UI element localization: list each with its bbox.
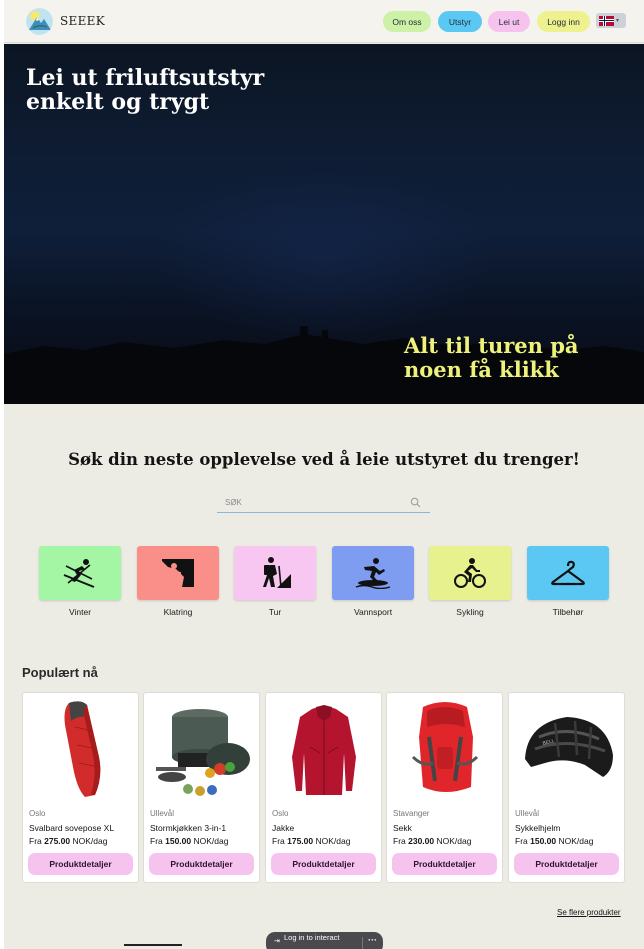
- search-heading: Søk din neste opplevelse ved å leie utst…: [68, 450, 580, 469]
- product-name: Jakke: [272, 823, 295, 833]
- backpack-image: [411, 702, 479, 792]
- category-tur[interactable]: Tur: [234, 546, 316, 617]
- category-vannsport[interactable]: Vannsport: [332, 546, 414, 617]
- hero-tagline-line-1: Alt til turen på: [404, 333, 579, 358]
- category-tile[interactable]: [234, 546, 316, 600]
- hero-banner: Lei ut friluftsutstyr enkelt og trygt Al…: [4, 44, 644, 404]
- header: SEEEK Om oss Utstyr Lei ut Logg inn ▾: [4, 0, 644, 43]
- jacket-image: [292, 705, 356, 795]
- sleeping-bag-image: [64, 701, 101, 797]
- product-price: Fra 150.00 NOK/dag: [150, 836, 229, 846]
- product-details-button[interactable]: Produktdetaljer: [149, 853, 254, 875]
- page: SEEEK Om oss Utstyr Lei ut Logg inn ▾ Le…: [4, 0, 644, 949]
- product-price: Fra 230.00 NOK/dag: [393, 836, 472, 846]
- category-tile[interactable]: [137, 546, 219, 600]
- category-tile[interactable]: [429, 546, 511, 600]
- category-label: Klatring: [163, 607, 193, 617]
- nav-om-oss-label: Om oss: [392, 16, 422, 27]
- product-price: Fra 175.00 NOK/dag: [272, 836, 351, 846]
- product-price: Fra 275.00 NOK/dag: [29, 836, 108, 846]
- product-name: Stormkjøkken 3-in-1: [150, 823, 227, 833]
- product-card[interactable]: Oslo Svalbard sovepose XL Fra 275.00 NOK…: [22, 692, 139, 883]
- nav-utstyr-button[interactable]: Utstyr: [438, 11, 482, 32]
- bottom-divider: [124, 944, 182, 946]
- brand-name[interactable]: SEEEK: [60, 14, 105, 28]
- search-icon[interactable]: [410, 497, 421, 508]
- nav-lei-ut-label: Lei ut: [498, 16, 520, 27]
- climber-icon: [162, 559, 194, 587]
- login-to-interact-text: Log in to interact: [284, 933, 340, 942]
- product-details-button[interactable]: Produktdetaljer: [514, 853, 619, 875]
- surfer-icon: [355, 558, 391, 589]
- category-tile[interactable]: [39, 546, 121, 600]
- more-options-icon[interactable]: ···: [368, 935, 377, 945]
- category-label: Tur: [268, 607, 282, 617]
- product-location: Oslo: [29, 809, 46, 818]
- product-card[interactable]: BELL Ullevål Sykkelhjelm Fra 150.00 NOK/…: [508, 692, 625, 883]
- product-card[interactable]: Oslo Jakke Fra 175.00 NOK/dag Produktdet…: [265, 692, 382, 883]
- chevron-down-icon: ▾: [616, 18, 620, 24]
- product-name: Sykkelhjelm: [515, 823, 561, 833]
- cyclist-icon: [454, 558, 486, 588]
- hiker-icon: [263, 557, 291, 588]
- hero-tagline-line-2: noen få klikk: [404, 357, 559, 382]
- nav-om-oss-button[interactable]: Om oss: [383, 11, 431, 32]
- hanger-icon: [551, 560, 585, 586]
- product-details-button[interactable]: Produktdetaljer: [28, 853, 133, 875]
- category-label: Tilbehør: [552, 607, 584, 617]
- product-location: Stavanger: [393, 809, 430, 818]
- product-location: Ullevål: [150, 809, 175, 818]
- product-details-button[interactable]: Produktdetaljer: [392, 853, 497, 875]
- product-name: Svalbard sovepose XL: [29, 823, 115, 833]
- see-more-products-link[interactable]: Se flere produkter: [557, 908, 621, 917]
- login-to-interact-bar[interactable]: ⇥ Log in to interact ···: [266, 932, 383, 949]
- product-details-button[interactable]: Produktdetaljer: [271, 853, 376, 875]
- product-card[interactable]: Ullevål Stormkjøkken 3-in-1 Fra 150.00 N…: [143, 692, 260, 883]
- popular-title: Populært nå: [22, 665, 98, 680]
- product-location: Oslo: [272, 809, 289, 818]
- camping-stove-image: [156, 709, 250, 796]
- search-box: [217, 492, 430, 513]
- hero-title-line-1: Lei ut friluftsutstyr: [26, 65, 265, 91]
- hero-title: Lei ut friluftsutstyr enkelt og trygt: [26, 66, 326, 114]
- norway-flag-icon: [599, 15, 614, 26]
- hero-title-line-2: enkelt og trygt: [26, 89, 210, 115]
- category-tilbehor[interactable]: Tilbehør: [527, 546, 609, 617]
- category-label: Sykling: [456, 607, 484, 617]
- category-klatring[interactable]: Klatring: [137, 546, 219, 617]
- category-label: Vinter: [68, 607, 92, 617]
- category-sykling[interactable]: Sykling: [429, 546, 511, 617]
- login-arrow-icon: ⇥: [274, 938, 280, 945]
- category-label: Vannsport: [353, 607, 393, 617]
- helmet-image: BELL: [525, 717, 613, 777]
- product-price: Fra 150.00 NOK/dag: [515, 836, 594, 846]
- hero-tagline: Alt til turen på noen få klikk: [404, 334, 624, 382]
- product-name: Sekk: [393, 823, 412, 833]
- nav-logg-inn-label: Logg inn: [547, 16, 580, 27]
- product-location: Ullevål: [515, 809, 540, 818]
- nav-utstyr-label: Utstyr: [448, 16, 472, 27]
- search-input[interactable]: [217, 492, 402, 512]
- category-vinter[interactable]: Vinter: [39, 546, 121, 617]
- product-card[interactable]: Stavanger Sekk Fra 230.00 NOK/dag Produk…: [386, 692, 503, 883]
- language-selector[interactable]: ▾: [596, 13, 626, 28]
- nav-logg-inn-button[interactable]: Logg inn: [537, 11, 590, 32]
- category-tile[interactable]: [527, 546, 609, 600]
- category-tile[interactable]: [332, 546, 414, 600]
- nav-lei-ut-button[interactable]: Lei ut: [488, 11, 530, 32]
- skier-icon: [63, 559, 95, 588]
- logo-icon[interactable]: [26, 8, 53, 35]
